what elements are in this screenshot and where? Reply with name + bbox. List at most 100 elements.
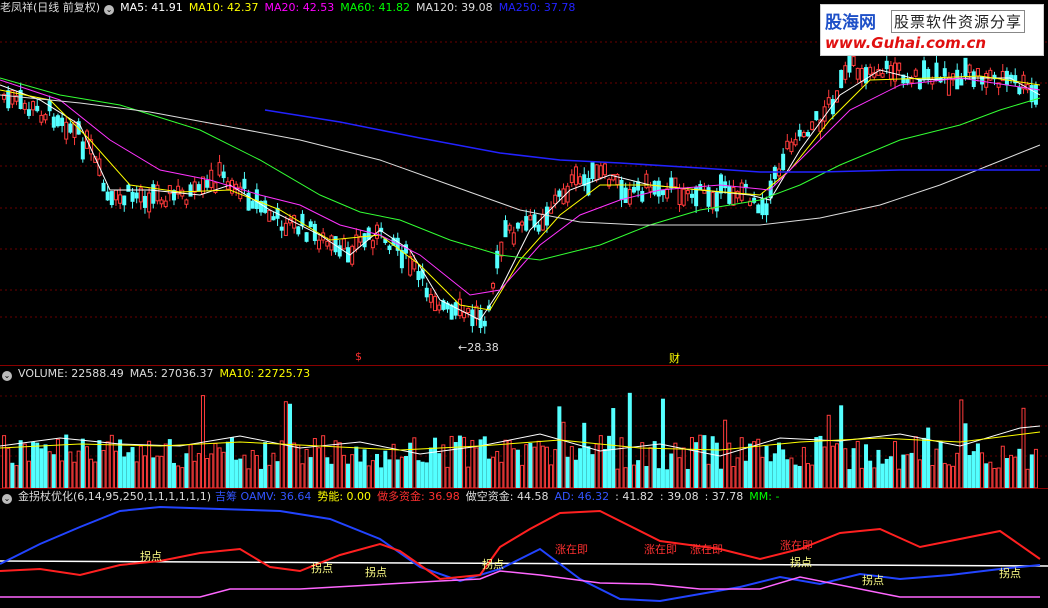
candle (503, 220, 508, 238)
volume-bar (474, 447, 479, 488)
volume-bar (395, 459, 400, 488)
volume-bar (536, 440, 541, 488)
volume-bar (325, 457, 330, 488)
volume-bar (926, 427, 931, 488)
indicator-title: 金拐杖优化(6,14,95,250,1,1,1,1,1,1) (18, 490, 212, 503)
candle (449, 304, 454, 320)
volume-bar (822, 446, 827, 488)
volume-bar (727, 442, 732, 488)
volume-ma5: MA5: 27036.37 (129, 367, 214, 380)
volume-bar (26, 460, 31, 488)
candle (308, 221, 313, 228)
candle (68, 123, 73, 133)
ma120-line (0, 94, 1041, 226)
volume-bar (304, 448, 309, 488)
volume-pane[interactable]: ⌄ VOLUME: 22588.49 MA5: 27036.37 MA10: 2272… (0, 366, 1048, 488)
volume-bar (611, 408, 616, 488)
volume-bar (582, 422, 587, 488)
volume-bar (706, 463, 711, 488)
ma60-line (0, 77, 1041, 261)
volume-bar (43, 444, 48, 488)
candle (399, 250, 404, 269)
volume-bar (399, 456, 404, 488)
volume-bar (147, 440, 152, 488)
volume-bar (1025, 468, 1030, 488)
indicator-legend-item: 做空资金: 44.58 (465, 490, 549, 503)
ma250-line (264, 109, 1040, 173)
event-marker-finance[interactable]: 财 (669, 350, 680, 365)
volume-bar (553, 449, 558, 488)
volume-bar (909, 452, 914, 488)
volume-bar (507, 440, 512, 488)
candle (644, 173, 649, 189)
collapse-icon[interactable]: ⌄ (2, 494, 12, 504)
ma-legend: MA5: 41.91 MA10: 42.37 MA20: 42.53 MA60: 41… (120, 1, 581, 14)
candle (196, 184, 201, 192)
volume-bar (569, 446, 574, 488)
volume-bar (238, 458, 243, 488)
price-pane[interactable]: 老凤祥(日线 前复权) ⌄ MA5: 41.91 MA10: 42.37 MA20: 4… (0, 0, 1048, 365)
candle (897, 62, 902, 71)
volume-bar (1000, 445, 1005, 488)
volume-bar (843, 448, 848, 488)
indicator-chart[interactable]: 拐点拐点 拐点拐点 拐点拐点拐点涨在即 涨在即 涨在即 涨在即 (0, 489, 1048, 608)
volume-bar (801, 446, 806, 488)
candle (942, 68, 947, 77)
guai-label: 拐点 (790, 555, 812, 569)
volume-bar (163, 443, 168, 488)
indicator-header: ⌄ 金拐杖优化(6,14,95,250,1,1,1,1,1,1) 吉筹 OAMV: … (0, 489, 791, 505)
volume-bar (428, 447, 433, 488)
event-marker-dividend[interactable]: $ (355, 350, 362, 363)
candle (317, 239, 322, 250)
candle (26, 109, 31, 116)
volume-bar (532, 446, 537, 488)
candle (905, 78, 910, 84)
watermark-slogan: 股票软件资源分享 (891, 10, 1026, 33)
volume-bar (89, 458, 94, 488)
volume-bar (101, 449, 106, 488)
volume-bar (888, 456, 893, 488)
volume-bar (31, 441, 36, 488)
volume-bar (1033, 448, 1038, 488)
volume-bar (598, 435, 603, 488)
volume-bar (466, 466, 471, 488)
volume-bar (491, 456, 496, 488)
candle (590, 162, 595, 180)
volume-bar (959, 399, 964, 488)
volume-bar (561, 421, 566, 488)
candle (142, 195, 147, 208)
candle (515, 222, 520, 229)
candle (806, 132, 811, 137)
collapse-icon[interactable]: ⌄ (2, 371, 12, 381)
indicator-pane[interactable]: 拐点 拐点 拐点 拐点 拐点 拐点 拐点 涨在即 涨在即 涨在即 涨在即 ⌄ 金拐杖优化(6,14,9… (0, 489, 1048, 608)
collapse-icon[interactable]: ⌄ (104, 5, 115, 15)
candle (685, 190, 690, 195)
volume-bar (573, 459, 578, 488)
volume-bar (772, 453, 777, 488)
volume-bar (673, 442, 678, 488)
volume-bar (383, 450, 388, 488)
candle (573, 166, 578, 186)
candle (31, 101, 36, 111)
candle (553, 194, 558, 205)
volume-bar (47, 451, 52, 488)
volume-bar (615, 468, 620, 488)
ma-legend-item: MA120: 39.08 (415, 1, 493, 14)
candle (159, 199, 164, 205)
volume-bar (358, 461, 363, 488)
volume-bar (354, 446, 359, 488)
zhang-label: 涨在即 (690, 543, 723, 556)
volume-bar (350, 454, 355, 488)
volume-bar (39, 448, 44, 488)
long-fund-line (0, 509, 1041, 581)
candle (101, 182, 106, 192)
volume-bar (826, 414, 831, 488)
volume-bar (681, 447, 686, 488)
candle (971, 71, 976, 88)
candle (814, 111, 819, 121)
volume-chart[interactable] (0, 366, 1048, 488)
volume-bar (113, 450, 118, 488)
volume-bar (1009, 454, 1014, 488)
volume-bar (225, 441, 230, 488)
volume-bar (789, 457, 794, 488)
